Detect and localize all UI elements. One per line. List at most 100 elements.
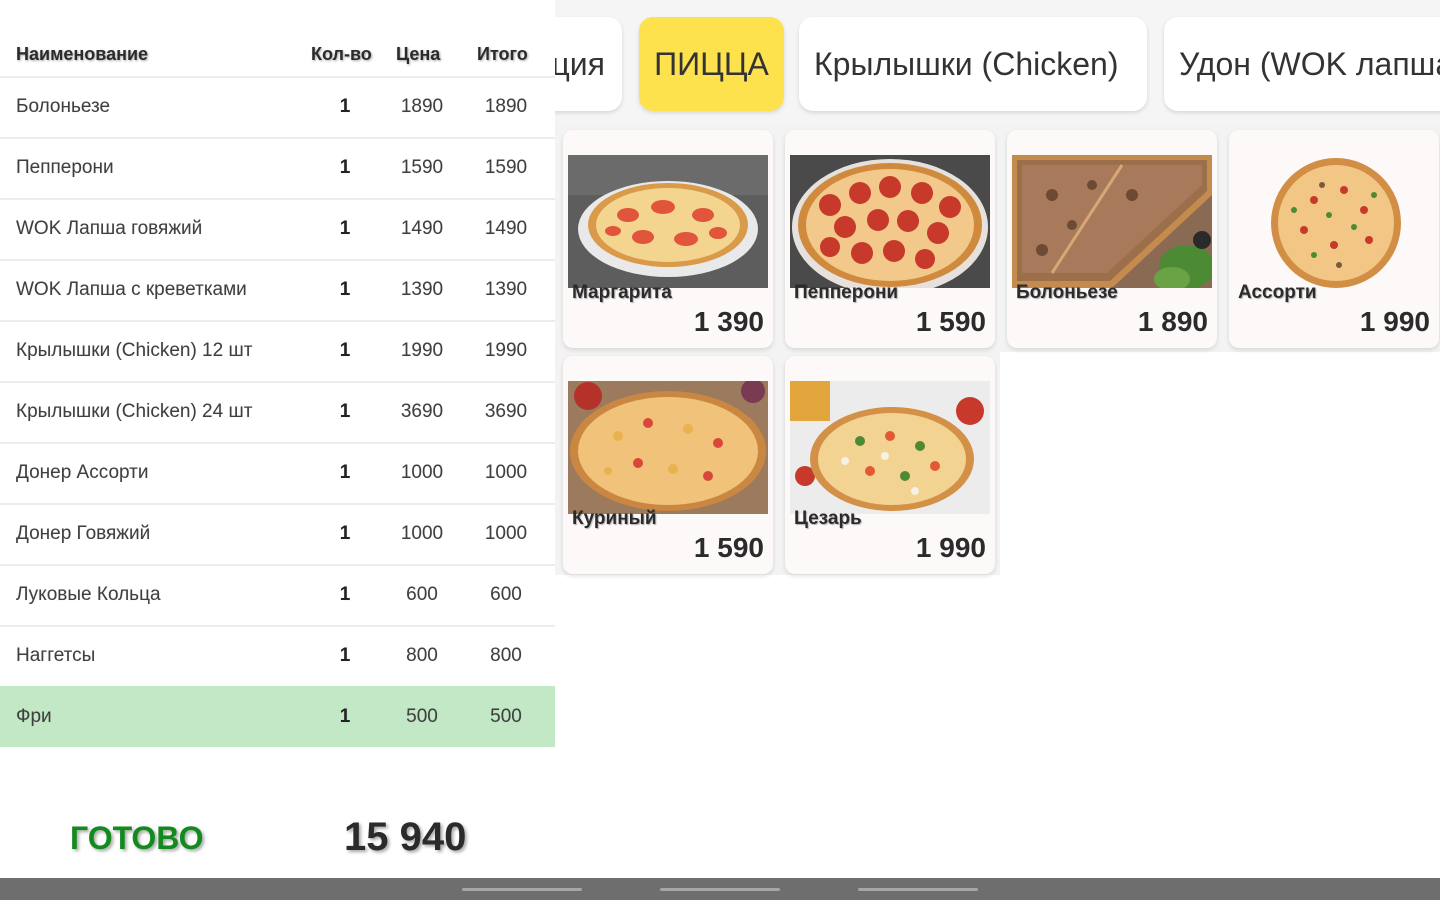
product-card-assorti[interactable]: Ассорти 1 990 [1229, 130, 1439, 348]
column-header-name: Наименование [16, 44, 149, 64]
category-tab-label: Крылышки (Chicken) [814, 45, 1119, 82]
order-row[interactable]: Болоньезе 1 1890 1890 [0, 76, 555, 137]
order-row[interactable]: Крылышки (Chicken) 12 шт 1 1990 1990 [0, 320, 555, 381]
order-table-header: Наименование Кол-во Цена Итого [0, 38, 555, 74]
item-name: Донер Говяжий [16, 523, 151, 544]
pizza-margarita-image [568, 155, 768, 288]
product-grid: Маргарита 1 390 Пепперони 1 590 Болоньез… [555, 122, 1440, 878]
product-name: Куриный [572, 508, 657, 529]
item-qty: 1 [339, 462, 351, 483]
column-header-total: Итого [477, 44, 528, 64]
order-row[interactable]: Крылышки (Chicken) 24 шт 1 3690 3690 [0, 381, 555, 442]
item-total: 600 [490, 584, 522, 605]
product-price: 1 990 [915, 532, 986, 563]
item-name: Крылышки (Chicken) 12 шт [16, 340, 253, 361]
item-total: 1990 [484, 340, 528, 361]
item-name: Наггетсы [16, 645, 96, 666]
category-tab-pizza[interactable]: ПИЦЦА [639, 17, 784, 111]
product-name: Болоньезе [1016, 282, 1118, 303]
item-name: Донер Ассорти [16, 462, 149, 483]
item-qty: 1 [339, 218, 351, 239]
product-price: 1 590 [693, 532, 764, 563]
product-card-pepperoni[interactable]: Пепперони 1 590 [785, 130, 995, 348]
item-name: Луковые Кольца [16, 584, 161, 605]
item-qty: 1 [339, 340, 351, 361]
item-price: 500 [406, 706, 438, 727]
item-name: Пепперони [16, 157, 114, 178]
product-price: 1 890 [1137, 306, 1208, 337]
column-header-price: Цена [396, 44, 441, 64]
pizza-pepperoni-image [790, 155, 990, 288]
product-name: Пепперони [794, 282, 899, 303]
item-total: 1490 [484, 218, 528, 239]
pizza-assorti-image [1234, 155, 1434, 288]
category-tab-udon[interactable]: Удон (WOK лапша [1164, 17, 1440, 111]
product-price: 1 990 [1359, 306, 1430, 337]
category-tab-previous[interactable]: ция [555, 17, 622, 111]
item-price: 1490 [400, 218, 444, 239]
item-price: 1590 [400, 157, 444, 178]
category-tabs: ция ПИЦЦА Крылышки (Chicken) Удон (WOK л… [555, 0, 1440, 122]
item-total: 1000 [484, 462, 528, 483]
product-card-margarita[interactable]: Маргарита 1 390 [563, 130, 773, 348]
order-row[interactable]: Донер Ассорти 1 1000 1000 [0, 442, 555, 503]
item-price: 3690 [400, 401, 444, 422]
item-price: 800 [406, 645, 438, 666]
nav-handle-center[interactable] [660, 888, 780, 891]
item-name: Крылышки (Chicken) 24 шт [16, 401, 253, 422]
order-row[interactable]: Луковые Кольца 1 600 600 [0, 564, 555, 625]
product-price: 1 390 [693, 306, 764, 337]
item-total: 3690 [484, 401, 528, 422]
pizza-chicken-image [568, 381, 768, 514]
product-card-caesar[interactable]: Цезарь 1 990 [785, 356, 995, 574]
order-row[interactable]: Наггетсы 1 800 800 [0, 625, 555, 686]
product-card-kuriny[interactable]: Куриный 1 590 [563, 356, 773, 574]
item-price: 1390 [400, 279, 444, 300]
product-name: Ассорти [1238, 282, 1317, 303]
item-total: 1590 [484, 157, 528, 178]
order-row[interactable]: Донер Говяжий 1 1000 1000 [0, 503, 555, 564]
item-price: 1890 [400, 96, 444, 117]
pos-app: Наименование Кол-во Цена Итого Болоньезе… [0, 0, 1440, 900]
product-price: 1 590 [915, 306, 986, 337]
product-name: Маргарита [572, 282, 672, 303]
item-qty: 1 [339, 523, 351, 544]
item-total: 1390 [484, 279, 528, 300]
system-nav-bar [0, 878, 1440, 900]
order-row[interactable]: WOK Лапша говяжий 1 1490 1490 [0, 198, 555, 259]
product-card-bolognese[interactable]: Болоньезе 1 890 [1007, 130, 1217, 348]
nav-handle-left[interactable] [462, 888, 582, 891]
category-tab-wings[interactable]: Крылышки (Chicken) [799, 17, 1147, 111]
item-qty: 1 [339, 401, 351, 422]
item-total: 500 [490, 706, 522, 727]
pizza-bolognese-image [1012, 155, 1212, 288]
pizza-caesar-image [790, 381, 990, 514]
done-button[interactable]: ГОТОВО [70, 820, 203, 857]
item-total: 1000 [484, 523, 528, 544]
item-qty: 1 [339, 584, 351, 605]
order-row[interactable]: WOK Лапша с креветками 1 1390 1390 [0, 259, 555, 320]
nav-handle-right[interactable] [858, 888, 978, 891]
category-tab-label: ция [555, 45, 605, 82]
column-header-qty: Кол-во [311, 44, 372, 64]
item-name: Фри [16, 706, 52, 727]
item-qty: 1 [339, 706, 351, 727]
item-qty: 1 [339, 96, 351, 117]
item-total: 800 [490, 645, 522, 666]
item-qty: 1 [339, 157, 351, 178]
order-panel: Наименование Кол-во Цена Итого Болоньезе… [0, 0, 555, 878]
order-row[interactable]: Пепперони 1 1590 1590 [0, 137, 555, 198]
category-tab-label: ПИЦЦА [654, 45, 769, 82]
item-name: WOK Лапша говяжий [16, 218, 203, 239]
item-total: 1890 [484, 96, 528, 117]
item-price: 1000 [400, 462, 444, 483]
item-price: 1990 [400, 340, 444, 361]
item-name: WOK Лапша с креветками [16, 279, 247, 300]
order-row-selected[interactable]: Фри 1 500 500 [0, 686, 555, 747]
item-price: 1000 [400, 523, 444, 544]
item-qty: 1 [339, 279, 351, 300]
product-name: Цезарь [794, 508, 862, 529]
order-grand-total: 15 940 [344, 815, 467, 859]
item-name: Болоньезе [16, 96, 111, 117]
item-qty: 1 [339, 645, 351, 666]
